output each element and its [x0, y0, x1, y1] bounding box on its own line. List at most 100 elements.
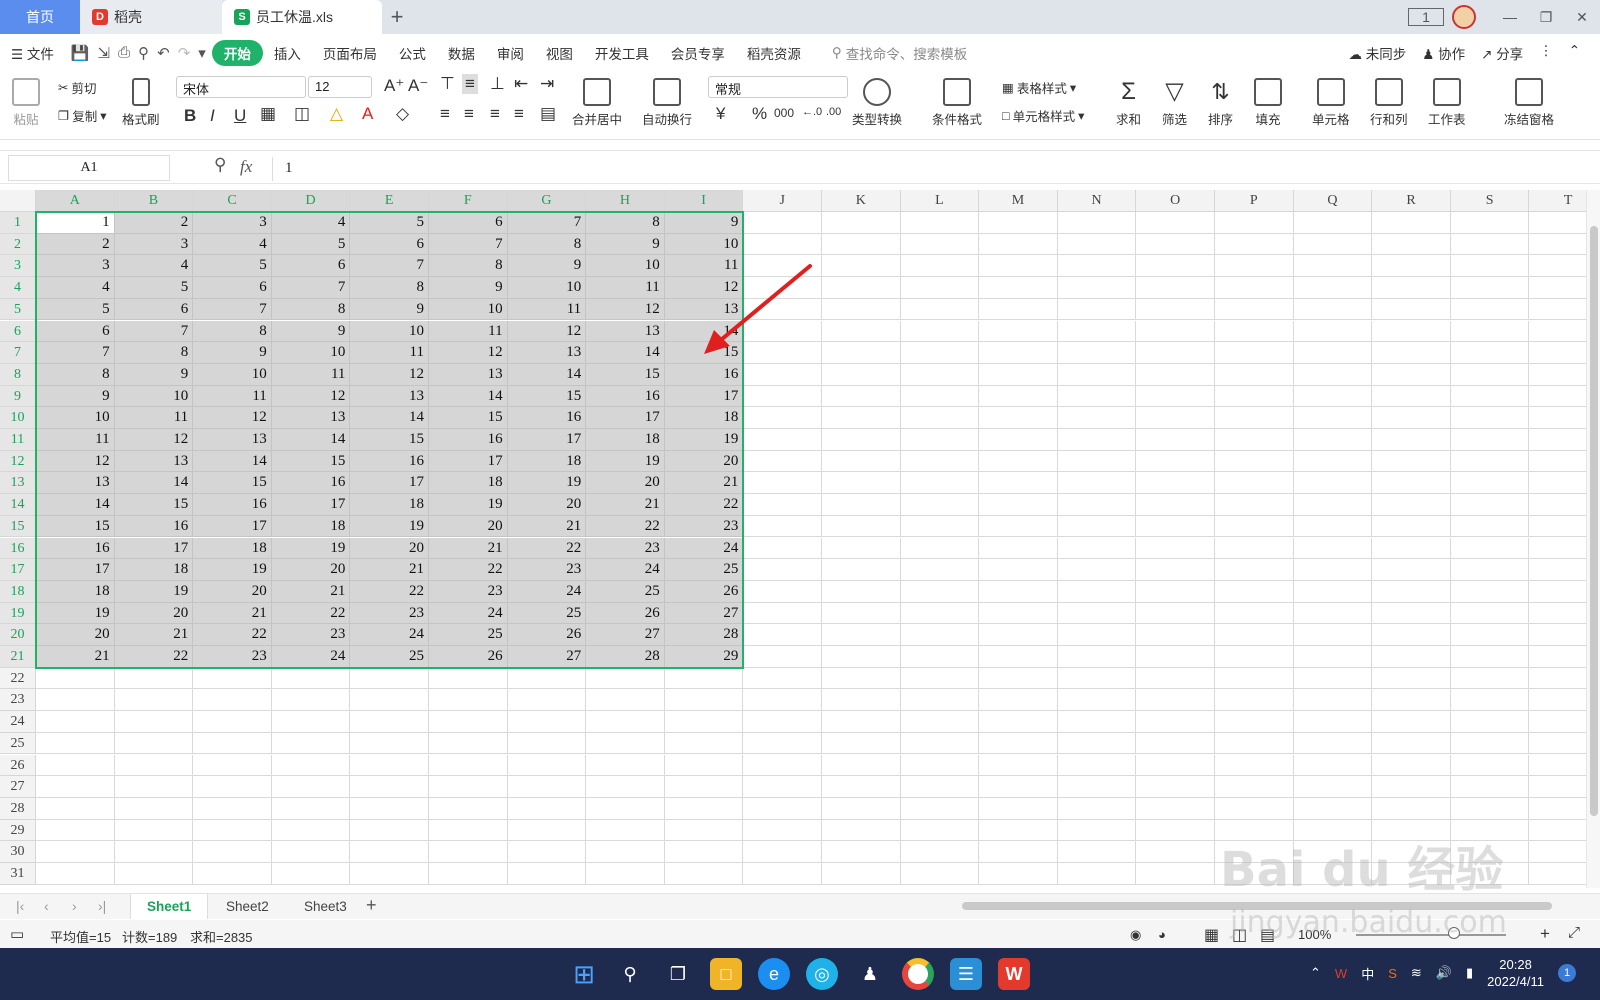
sort-button[interactable]: ⇅ 排序	[1208, 78, 1233, 128]
cell-T19[interactable]	[1529, 603, 1586, 625]
cell-G5[interactable]: 11	[507, 298, 587, 321]
collab-button[interactable]: ♟ 协作	[1422, 43, 1465, 63]
cell-M23[interactable]	[979, 689, 1058, 712]
cell-T21[interactable]	[1529, 646, 1586, 668]
cell-H5[interactable]: 12	[586, 298, 665, 321]
justify-icon[interactable]: ≡	[514, 104, 524, 124]
cell-L30[interactable]	[900, 841, 980, 863]
menu-page-layout[interactable]: 页面布局	[312, 43, 388, 63]
format-painter-button[interactable]: 格式刷	[122, 78, 160, 128]
cell-N6[interactable]	[1057, 320, 1137, 343]
cell-J11[interactable]	[743, 429, 822, 451]
cell-G13[interactable]: 19	[507, 472, 587, 495]
cell-K7[interactable]	[822, 342, 901, 364]
chrome-icon[interactable]	[902, 958, 934, 990]
cell-Q8[interactable]	[1293, 363, 1373, 386]
column-header-R[interactable]: R	[1372, 190, 1451, 212]
cell-I16[interactable]: 24	[664, 537, 744, 560]
menu-developer[interactable]: 开发工具	[584, 43, 660, 63]
cell-M4[interactable]	[979, 277, 1058, 299]
row-header-6[interactable]: 6	[0, 320, 36, 343]
cell-R2[interactable]	[1372, 233, 1451, 256]
cell-H26[interactable]	[586, 754, 665, 777]
cell-K24[interactable]	[822, 711, 901, 733]
cell-H17[interactable]: 24	[586, 559, 665, 581]
export-icon[interactable]: ⇲	[98, 44, 111, 62]
cell-R14[interactable]	[1372, 494, 1451, 516]
cell-S19[interactable]	[1450, 602, 1530, 625]
cell-K29[interactable]	[822, 819, 901, 842]
cell-J26[interactable]	[743, 754, 822, 777]
freeze-panes-button[interactable]: 冻结窗格	[1504, 78, 1554, 128]
cell-H29[interactable]	[586, 819, 665, 842]
cell-T26[interactable]	[1529, 755, 1586, 777]
cell-B20[interactable]: 21	[114, 624, 194, 646]
cell-A4[interactable]: 4	[36, 277, 115, 299]
italic-icon[interactable]: I	[210, 106, 215, 126]
cell-K1[interactable]	[822, 212, 901, 234]
cell-E27[interactable]	[350, 776, 429, 798]
cell-S13[interactable]	[1450, 472, 1530, 495]
cell-R18[interactable]	[1372, 580, 1451, 603]
cell-F27[interactable]	[429, 776, 508, 798]
row-header-3[interactable]: 3	[0, 255, 36, 278]
cell-B31[interactable]	[114, 863, 194, 885]
copy-button[interactable]: ❐ 复制 ▾	[58, 106, 107, 125]
column-header-G[interactable]: G	[507, 190, 587, 212]
cell-S24[interactable]	[1450, 711, 1530, 733]
cell-I25[interactable]	[664, 732, 744, 755]
cell-F10[interactable]: 15	[429, 407, 508, 429]
cell-N26[interactable]	[1057, 754, 1137, 777]
cell-M13[interactable]	[979, 472, 1058, 495]
cell-A8[interactable]: 8	[36, 363, 115, 386]
cell-K9[interactable]	[822, 385, 901, 408]
preview-icon[interactable]: ⚲	[138, 44, 149, 62]
cell-E26[interactable]	[350, 754, 429, 777]
cell-F12[interactable]: 17	[429, 450, 508, 473]
vertical-scroll-thumb[interactable]	[1590, 226, 1598, 816]
cell-L31[interactable]	[900, 863, 980, 885]
cell-H28[interactable]	[586, 797, 665, 820]
file-explorer-icon[interactable]: □	[710, 958, 742, 990]
cell-T24[interactable]	[1529, 711, 1586, 733]
cell-T15[interactable]	[1529, 516, 1586, 538]
cell-S4[interactable]	[1450, 277, 1530, 299]
cell-B23[interactable]	[114, 689, 194, 712]
cell-B14[interactable]: 15	[114, 494, 194, 516]
cell-O8[interactable]	[1136, 363, 1215, 386]
qq-icon[interactable]: ♟	[854, 958, 886, 990]
cell-T30[interactable]	[1529, 841, 1586, 863]
decimal-increase-icon[interactable]: ←.0	[802, 106, 822, 118]
conditional-format-button[interactable]: 条件格式	[932, 78, 982, 128]
cell-R9[interactable]	[1372, 385, 1451, 408]
cell-Q1[interactable]	[1293, 212, 1373, 234]
cell-C21[interactable]: 23	[193, 646, 272, 668]
cell-F23[interactable]	[429, 689, 508, 712]
cell-A9[interactable]: 9	[36, 385, 115, 408]
cell-F4[interactable]: 9	[429, 277, 508, 299]
cell-I9[interactable]: 17	[664, 385, 744, 408]
cell-E23[interactable]	[350, 689, 429, 712]
cell-I26[interactable]	[664, 754, 744, 777]
cell-R20[interactable]	[1372, 624, 1451, 646]
column-header-Q[interactable]: Q	[1293, 190, 1373, 212]
cell-M11[interactable]	[979, 429, 1058, 451]
cell-K18[interactable]	[822, 580, 901, 603]
cell-C22[interactable]	[193, 667, 272, 690]
cell-C18[interactable]: 20	[193, 580, 272, 603]
cell-M24[interactable]	[979, 711, 1058, 733]
cell-A29[interactable]	[36, 819, 115, 842]
cell-B5[interactable]: 6	[114, 298, 194, 321]
cell-N7[interactable]	[1057, 342, 1137, 364]
cell-N29[interactable]	[1057, 819, 1137, 842]
bold-icon[interactable]: B	[184, 106, 196, 126]
cell-T4[interactable]	[1529, 277, 1586, 299]
cell-N31[interactable]	[1057, 863, 1137, 885]
cell-J25[interactable]	[743, 732, 822, 755]
column-header-O[interactable]: O	[1136, 190, 1215, 212]
cell-N25[interactable]	[1057, 732, 1137, 755]
row-header-29[interactable]: 29	[0, 819, 36, 842]
cell-T14[interactable]	[1529, 494, 1586, 516]
cell-R16[interactable]	[1372, 537, 1451, 560]
cell-N5[interactable]	[1057, 298, 1137, 321]
